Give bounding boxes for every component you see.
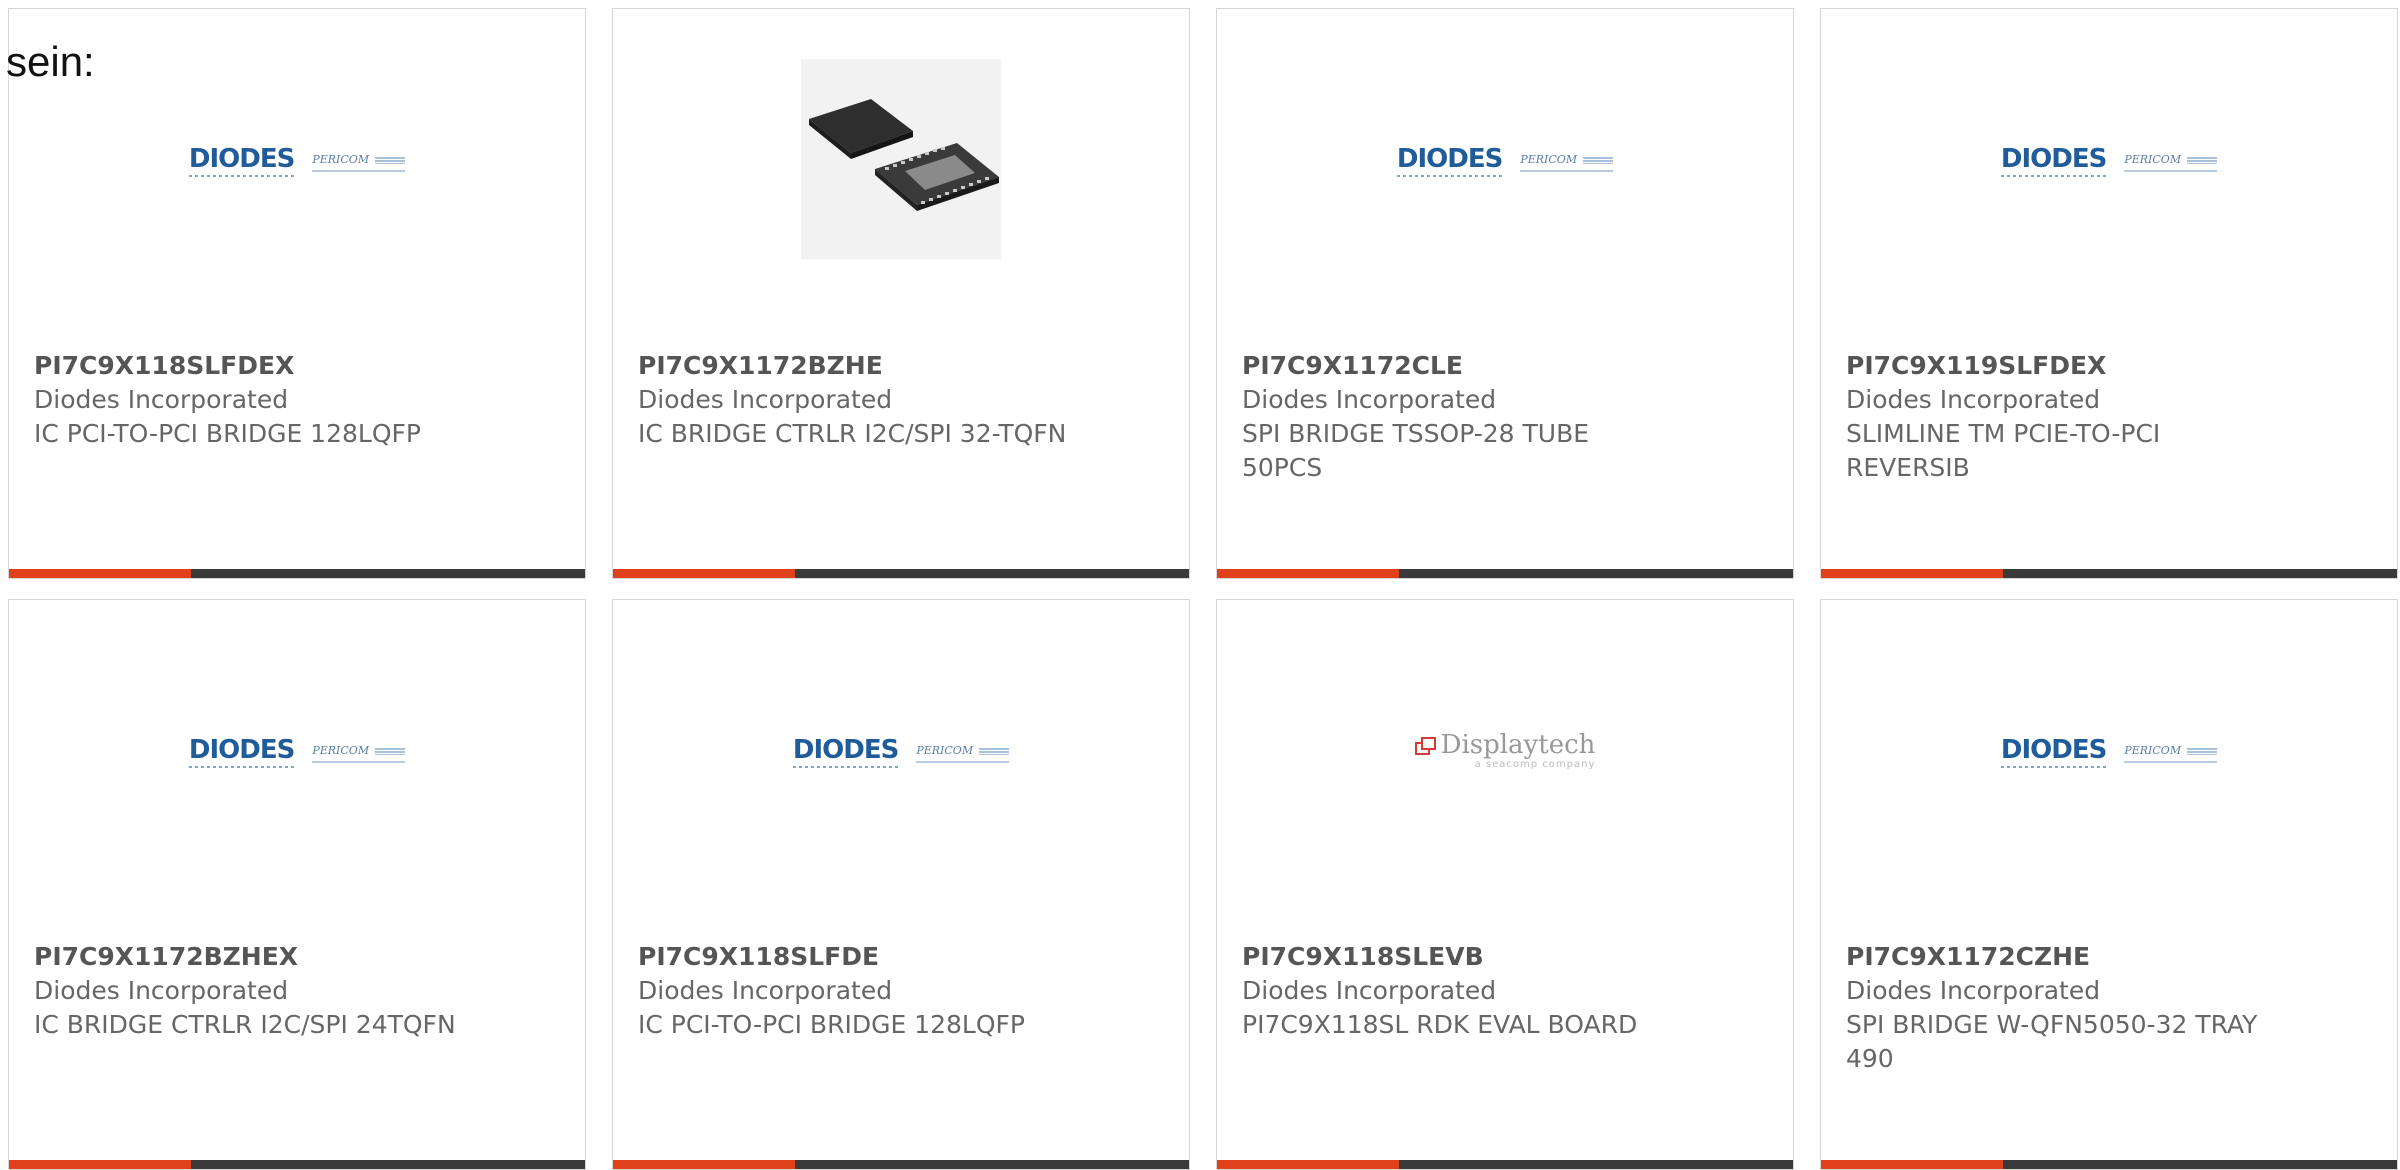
product-card[interactable]: DIODES PERICOM PI7C9X119SLFDEX Diodes Inc… xyxy=(1820,8,2398,579)
part-number[interactable]: PI7C9X118SLFDEX xyxy=(34,349,464,383)
section-heading: sein: xyxy=(6,38,95,85)
product-image[interactable]: DIODES PERICOM xyxy=(1217,69,1793,309)
displaytech-mark-icon xyxy=(1414,736,1436,755)
product-image[interactable] xyxy=(613,59,1189,309)
card-bottom-bar xyxy=(9,1160,585,1169)
pericom-logo-text: PERICOM xyxy=(1520,153,1613,172)
product-image[interactable]: DIODES PERICOM xyxy=(9,69,585,309)
displaytech-logo-text: Displaytech xyxy=(1440,729,1596,760)
product-info: PI7C9X118SLFDEX Diodes Incorporated IC PCI… xyxy=(34,349,464,451)
manufacturer: Diodes Incorporated xyxy=(1846,385,2101,414)
product-description: IC BRIDGE CTRLR I2C/SPI 32-TQFN xyxy=(638,419,1067,448)
product-description: SPI BRIDGE TSSOP-28 TUBE 50PCS xyxy=(1242,419,1590,482)
product-info: PI7C9X118SLFDE Diodes Incorporated IC PCI-… xyxy=(638,940,1068,1042)
diodes-logo-text: DIODES xyxy=(792,735,899,768)
product-description: IC PCI-TO-PCI BRIDGE 128LQFP xyxy=(34,419,421,448)
manufacturer: Diodes Incorporated xyxy=(1242,976,1497,1005)
diodes-logo-text: DIODES xyxy=(2000,144,2107,177)
product-description: PI7C9X118SL RDK EVAL BOARD xyxy=(1242,1010,1638,1039)
pericom-logo-text: PERICOM xyxy=(916,744,1009,763)
part-number[interactable]: PI7C9X1172CLE xyxy=(1242,349,1672,383)
product-card[interactable]: DIODES PERICOM PI7C9X1172BZHEX Diodes Inc… xyxy=(8,599,586,1170)
displaytech-tagline: a seacomp company xyxy=(1474,758,1596,770)
manufacturer: Diodes Incorporated xyxy=(1846,976,2101,1005)
card-accent-bar xyxy=(1217,1160,1399,1169)
product-card[interactable]: DIODES PERICOM PI7C9X1172CLE Diodes Incor… xyxy=(1216,8,1794,579)
product-grid: DIODES PERICOM PI7C9X118SLFDEX Diodes Inc… xyxy=(8,8,2400,1170)
manufacturer: Diodes Incorporated xyxy=(34,385,289,414)
diodes-logo-text: DIODES xyxy=(1396,144,1503,177)
product-description: IC BRIDGE CTRLR I2C/SPI 24TQFN xyxy=(34,1010,456,1039)
product-info: PI7C9X1172CZHE Diodes Incorporated SPI BRI… xyxy=(1846,940,2276,1076)
product-info: PI7C9X1172CLE Diodes Incorporated SPI BRID… xyxy=(1242,349,1672,485)
product-info: PI7C9X119SLFDEX Diodes Incorporated SLIMLI… xyxy=(1846,349,2276,485)
part-number[interactable]: PI7C9X1172CZHE xyxy=(1846,940,2276,974)
card-bottom-bar xyxy=(1217,569,1793,578)
product-description: IC PCI-TO-PCI BRIDGE 128LQFP xyxy=(638,1010,1025,1039)
part-number[interactable]: PI7C9X118SLEVB xyxy=(1242,940,1672,974)
pericom-logo-text: PERICOM xyxy=(2124,153,2217,172)
product-card[interactable]: DIODES PERICOM PI7C9X1172CZHE Diodes Inco… xyxy=(1820,599,2398,1170)
diodes-pericom-logo: DIODES PERICOM xyxy=(1396,144,1613,177)
card-bottom-bar xyxy=(613,1160,1189,1169)
product-card[interactable]: DIODES PERICOM PI7C9X118SLFDEX Diodes Inc… xyxy=(8,8,586,579)
manufacturer: Diodes Incorporated xyxy=(1242,385,1497,414)
card-accent-bar xyxy=(1821,569,2003,578)
diodes-logo-text: DIODES xyxy=(188,144,295,177)
part-number[interactable]: PI7C9X1172BZHE xyxy=(638,349,1068,383)
displaytech-logo: Displaytech a seacomp company xyxy=(1414,729,1596,770)
diodes-pericom-logo: DIODES PERICOM xyxy=(2000,735,2217,768)
product-image[interactable]: DIODES PERICOM xyxy=(1821,69,2397,309)
product-card[interactable]: PI7C9X1172BZHE Diodes Incorporated IC BRID… xyxy=(612,8,1190,579)
pericom-logo-text: PERICOM xyxy=(312,153,405,172)
part-number[interactable]: PI7C9X119SLFDEX xyxy=(1846,349,2276,383)
product-description: SPI BRIDGE W-QFN5050-32 TRAY 490 xyxy=(1846,1010,2258,1073)
manufacturer: Diodes Incorporated xyxy=(638,385,893,414)
card-accent-bar xyxy=(9,1160,191,1169)
card-bottom-bar xyxy=(613,569,1189,578)
part-number[interactable]: PI7C9X118SLFDE xyxy=(638,940,1068,974)
product-description: SLIMLINE TM PCIE-TO-PCI REVERSIB xyxy=(1846,419,2161,482)
product-info: PI7C9X1172BZHE Diodes Incorporated IC BRID… xyxy=(638,349,1068,451)
card-bottom-bar xyxy=(1821,1160,2397,1169)
card-accent-bar xyxy=(613,1160,795,1169)
product-image[interactable]: DIODES PERICOM xyxy=(1821,660,2397,900)
diodes-pericom-logo: DIODES PERICOM xyxy=(792,735,1009,768)
card-bottom-bar xyxy=(9,569,585,578)
card-accent-bar xyxy=(9,569,191,578)
part-number[interactable]: PI7C9X1172BZHEX xyxy=(34,940,464,974)
manufacturer: Diodes Incorporated xyxy=(34,976,289,1005)
product-card[interactable]: DIODES PERICOM PI7C9X118SLFDE Diodes Inco… xyxy=(612,599,1190,1170)
diodes-pericom-logo: DIODES PERICOM xyxy=(2000,144,2217,177)
diodes-logo-text: DIODES xyxy=(188,735,295,768)
manufacturer: Diodes Incorporated xyxy=(638,976,893,1005)
card-accent-bar xyxy=(1217,569,1399,578)
product-image[interactable]: DIODES PERICOM xyxy=(613,660,1189,900)
diodes-pericom-logo: DIODES PERICOM xyxy=(188,735,405,768)
qfn-chip-image xyxy=(801,59,1001,259)
product-info: PI7C9X118SLEVB Diodes Incorporated PI7C9X1… xyxy=(1242,940,1672,1042)
pericom-logo-text: PERICOM xyxy=(312,744,405,763)
card-bottom-bar xyxy=(1217,1160,1793,1169)
product-card[interactable]: Displaytech a seacomp company PI7C9X118S… xyxy=(1216,599,1794,1170)
product-info: PI7C9X1172BZHEX Diodes Incorporated IC BRI… xyxy=(34,940,464,1042)
diodes-logo-text: DIODES xyxy=(2000,735,2107,768)
product-image[interactable]: DIODES PERICOM xyxy=(9,660,585,900)
card-bottom-bar xyxy=(1821,569,2397,578)
diodes-pericom-logo: DIODES PERICOM xyxy=(188,144,405,177)
product-image[interactable]: Displaytech a seacomp company xyxy=(1217,660,1793,900)
card-accent-bar xyxy=(613,569,795,578)
pericom-logo-text: PERICOM xyxy=(2124,744,2217,763)
card-accent-bar xyxy=(1821,1160,2003,1169)
